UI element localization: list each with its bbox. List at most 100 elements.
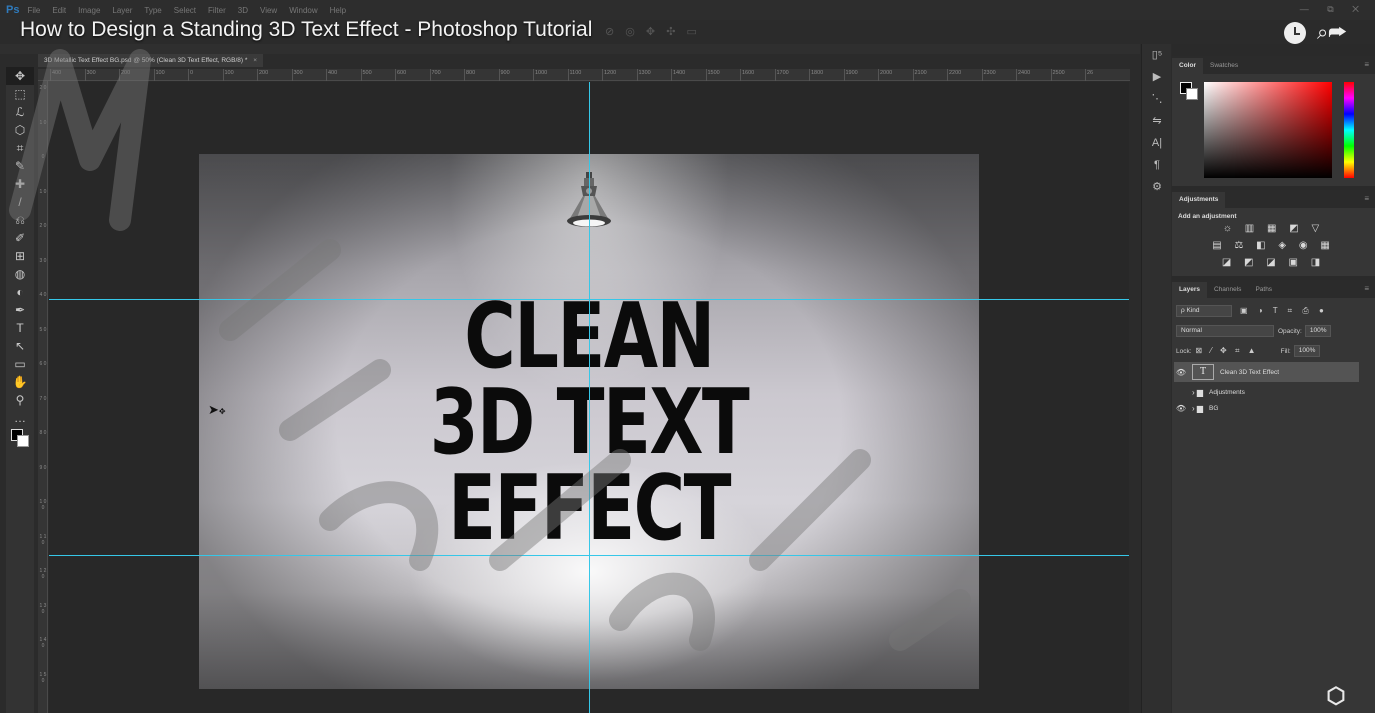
dock-icon-2[interactable]: ⋱ [1142,88,1172,110]
tab-color[interactable]: Color [1172,58,1203,74]
menu-image[interactable]: Image [78,6,100,15]
ruler-label: 1 3 0 [39,602,47,615]
tab-adjustments[interactable]: Adjustments [1172,192,1226,208]
document-tab[interactable]: 3D Metallic Text Effect BG.psd @ 50% (Cl… [38,54,263,67]
close-tab-icon[interactable]: × [253,57,257,64]
ruler-label: 1 1 0 [39,533,47,546]
vertical-ruler[interactable]: 2 0 1 0 0 1 0 2 0 3 0 4 0 5 0 6 0 7 0 8 0 9 0 1 0 0 1… [38,81,48,713]
menu-3d[interactable]: 3D [238,6,248,15]
horizontal-guide-top[interactable] [49,299,1129,300]
dock-icon-4[interactable]: A| [1142,132,1172,154]
tool-12-icon[interactable]: ◐ [6,283,34,301]
hue-slider[interactable] [1344,82,1354,178]
dock-icon-6[interactable]: ⚙ [1142,176,1172,198]
adjustment-icons-row-2[interactable]: ▤ ⚖ ◧ ◈ ◉ ▦ [1172,240,1375,251]
tool-7-icon[interactable]: / [6,193,34,211]
ruler-label: 800 [466,70,476,76]
dock-icon-3[interactable]: ⇋ [1142,110,1172,132]
menu-type[interactable]: Type [144,6,161,15]
dock-icon-5[interactable]: ¶ [1142,154,1172,176]
menu-layer[interactable]: Layer [112,6,132,15]
layer-row-text[interactable]: 👁 T Clean 3D Text Effect [1174,362,1359,382]
ruler-label: 400 [52,70,62,76]
lock-icons[interactable]: ⊠ ⁄ ✥ ⌗ ▲ [1196,346,1259,356]
dock-icon-1[interactable]: ▶ [1142,66,1172,88]
ruler-label: 4 0 [39,292,47,298]
ruler-label: 1700 [776,70,789,76]
horizontal-ruler[interactable]: 400 300 200 100 0 100 200 300 400 500 600 700 800 900… [38,69,1130,81]
fill-field[interactable]: 100% [1293,345,1321,357]
tool-13-icon[interactable]: ✒ [6,301,34,319]
ruler-label: 1100 [569,70,582,76]
filter-icons[interactable]: ▣ ◑ T ⌗ ⎙ ● [1240,306,1328,316]
foreground-background-swatch[interactable] [1180,82,1200,102]
tab-swatches[interactable]: Swatches [1203,58,1245,74]
tool-10-icon[interactable]: ⊞ [6,247,34,265]
canvas-area[interactable]: CLEAN 3D TEXT EFFECT [49,82,1129,713]
tab-paths[interactable]: Paths [1248,282,1279,298]
menu-edit[interactable]: Edit [52,6,66,15]
ruler-label: 1600 [742,70,755,76]
tool-18-icon[interactable]: ⚲ [6,391,34,409]
ruler-label: 0 [41,154,45,160]
ruler-label: 300 [86,70,96,76]
tool-8-icon[interactable]: ⎌ [6,211,34,229]
panel-menu-icon[interactable]: ≡ [1364,194,1369,203]
menu-file[interactable]: File [27,6,40,15]
watch-later-icon[interactable] [1284,22,1306,44]
layer-row-bg[interactable]: 👁 › ▆ BG [1174,398,1359,418]
toolbar-color-swatch[interactable] [6,427,34,451]
tool-0-icon[interactable]: ✥ [6,67,34,85]
blend-row: Normal Opacity: 100% [1176,324,1332,338]
ruler-label: 1 2 0 [39,568,47,580]
panel-menu-icon[interactable]: ≡ [1364,60,1369,69]
tool-14-icon[interactable]: T [6,319,34,337]
dock-icon-0[interactable]: ▯⁵ [1142,44,1172,66]
ruler-label: 6 0 [39,361,47,367]
vertical-guide[interactable] [589,82,590,713]
window-controls[interactable]: — ⧉ ✕ [1300,4,1367,15]
adjustment-icons-row-1[interactable]: ☼ ▥ ▦ ◩ ▽ [1172,223,1375,234]
eye-icon[interactable]: 👁 [1174,368,1188,377]
tab-layers[interactable]: Layers [1172,282,1207,298]
menu-select[interactable]: Select [174,6,196,15]
menu-window[interactable]: Window [289,6,317,15]
ruler-label: 5 0 [39,326,47,333]
menu-view[interactable]: View [260,6,277,15]
tool-6-icon[interactable]: ✚ [6,175,34,193]
background-color[interactable] [1186,88,1198,100]
menu-filter[interactable]: Filter [208,6,226,15]
tool-19-icon[interactable]: … [6,409,34,427]
tool-5-icon[interactable]: ✎ [6,157,34,175]
filter-kind-select[interactable]: ρ Kind [1176,305,1232,317]
menu-bar: Ps File Edit Image Layer Type Select Fil… [0,0,1375,20]
share-icon[interactable]: ⌕➦ [1317,22,1347,45]
blend-mode-select[interactable]: Normal [1176,325,1274,337]
toolbar-background[interactable] [17,435,29,447]
ruler-tick [602,69,603,81]
text-layer-thumbnail: T [1192,364,1214,380]
tool-2-icon[interactable]: ℒ [6,103,34,121]
ruler-tick [1050,69,1052,81]
opacity-label: Opacity: [1278,327,1302,335]
adjustment-icons-row-3[interactable]: ◪ ◩ ◪ ▣ ◨ [1172,257,1375,268]
tool-3-icon[interactable]: ⬡ [6,121,34,139]
tab-channels[interactable]: Channels [1207,282,1248,298]
opacity-field[interactable]: 100% [1304,325,1332,337]
ruler-label: 3 0 [39,257,47,264]
panel-menu-icon[interactable]: ≡ [1364,284,1369,293]
eye-icon[interactable]: 👁 [1174,404,1188,413]
horizontal-guide-bottom[interactable] [49,555,1129,556]
move-cursor-icon: ➤✥ [208,402,226,417]
ruler-label: 2300 [983,70,996,76]
menu-help[interactable]: Help [330,6,346,15]
channel-logo-icon: ⬡ [1326,683,1346,708]
tool-4-icon[interactable]: ⌗ [6,139,34,157]
color-picker-field[interactable] [1204,82,1332,178]
tool-17-icon[interactable]: ✋ [6,373,34,391]
tool-11-icon[interactable]: ◍ [6,265,34,283]
tool-16-icon[interactable]: ▭ [6,355,34,373]
tool-9-icon[interactable]: ✐ [6,229,34,247]
tool-1-icon[interactable]: ⬚ [6,85,34,103]
tool-15-icon[interactable]: ↖ [6,337,34,355]
